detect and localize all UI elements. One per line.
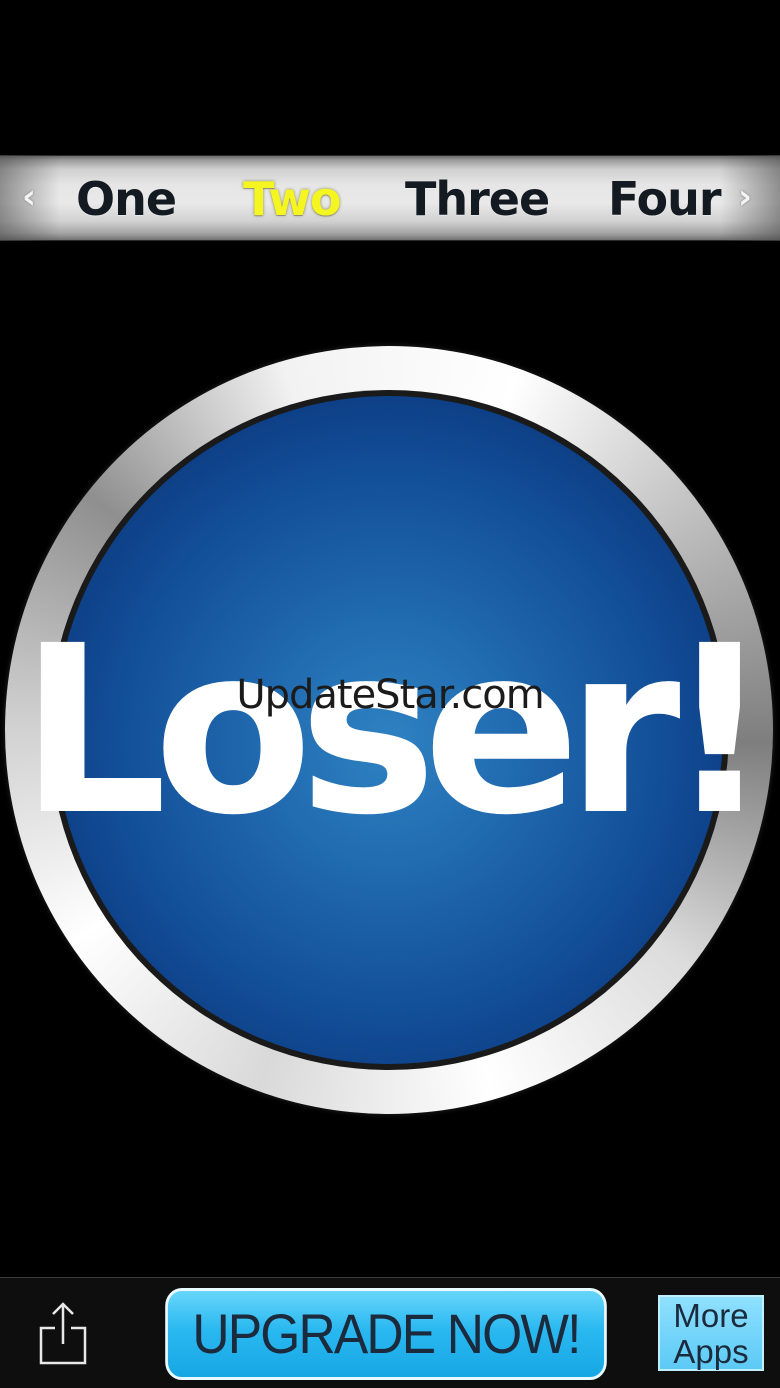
- tab-two[interactable]: Two: [243, 171, 341, 227]
- sound-button[interactable]: Loser!: [5, 346, 773, 1114]
- sound-button-label: Loser!: [19, 596, 773, 866]
- share-icon-graphic: [39, 1302, 87, 1365]
- chevron-left-icon[interactable]: ‹: [22, 177, 36, 217]
- tab-three[interactable]: Three: [405, 171, 550, 227]
- tab-four[interactable]: Four: [608, 171, 722, 227]
- tab-selector-bar: ‹ One Two Three Four ›: [0, 155, 780, 241]
- more-apps-label-line2: Apps: [673, 1333, 749, 1370]
- more-apps-label-line1: More: [673, 1297, 749, 1334]
- upgrade-now-button[interactable]: UPGRADE NOW!: [165, 1288, 607, 1380]
- bottom-toolbar: UPGRADE NOW! More Apps: [0, 1277, 780, 1388]
- share-icon[interactable]: [38, 1300, 88, 1366]
- tab-one[interactable]: One: [76, 171, 177, 227]
- chevron-right-icon[interactable]: ›: [738, 177, 752, 217]
- more-apps-button[interactable]: More Apps: [658, 1295, 764, 1371]
